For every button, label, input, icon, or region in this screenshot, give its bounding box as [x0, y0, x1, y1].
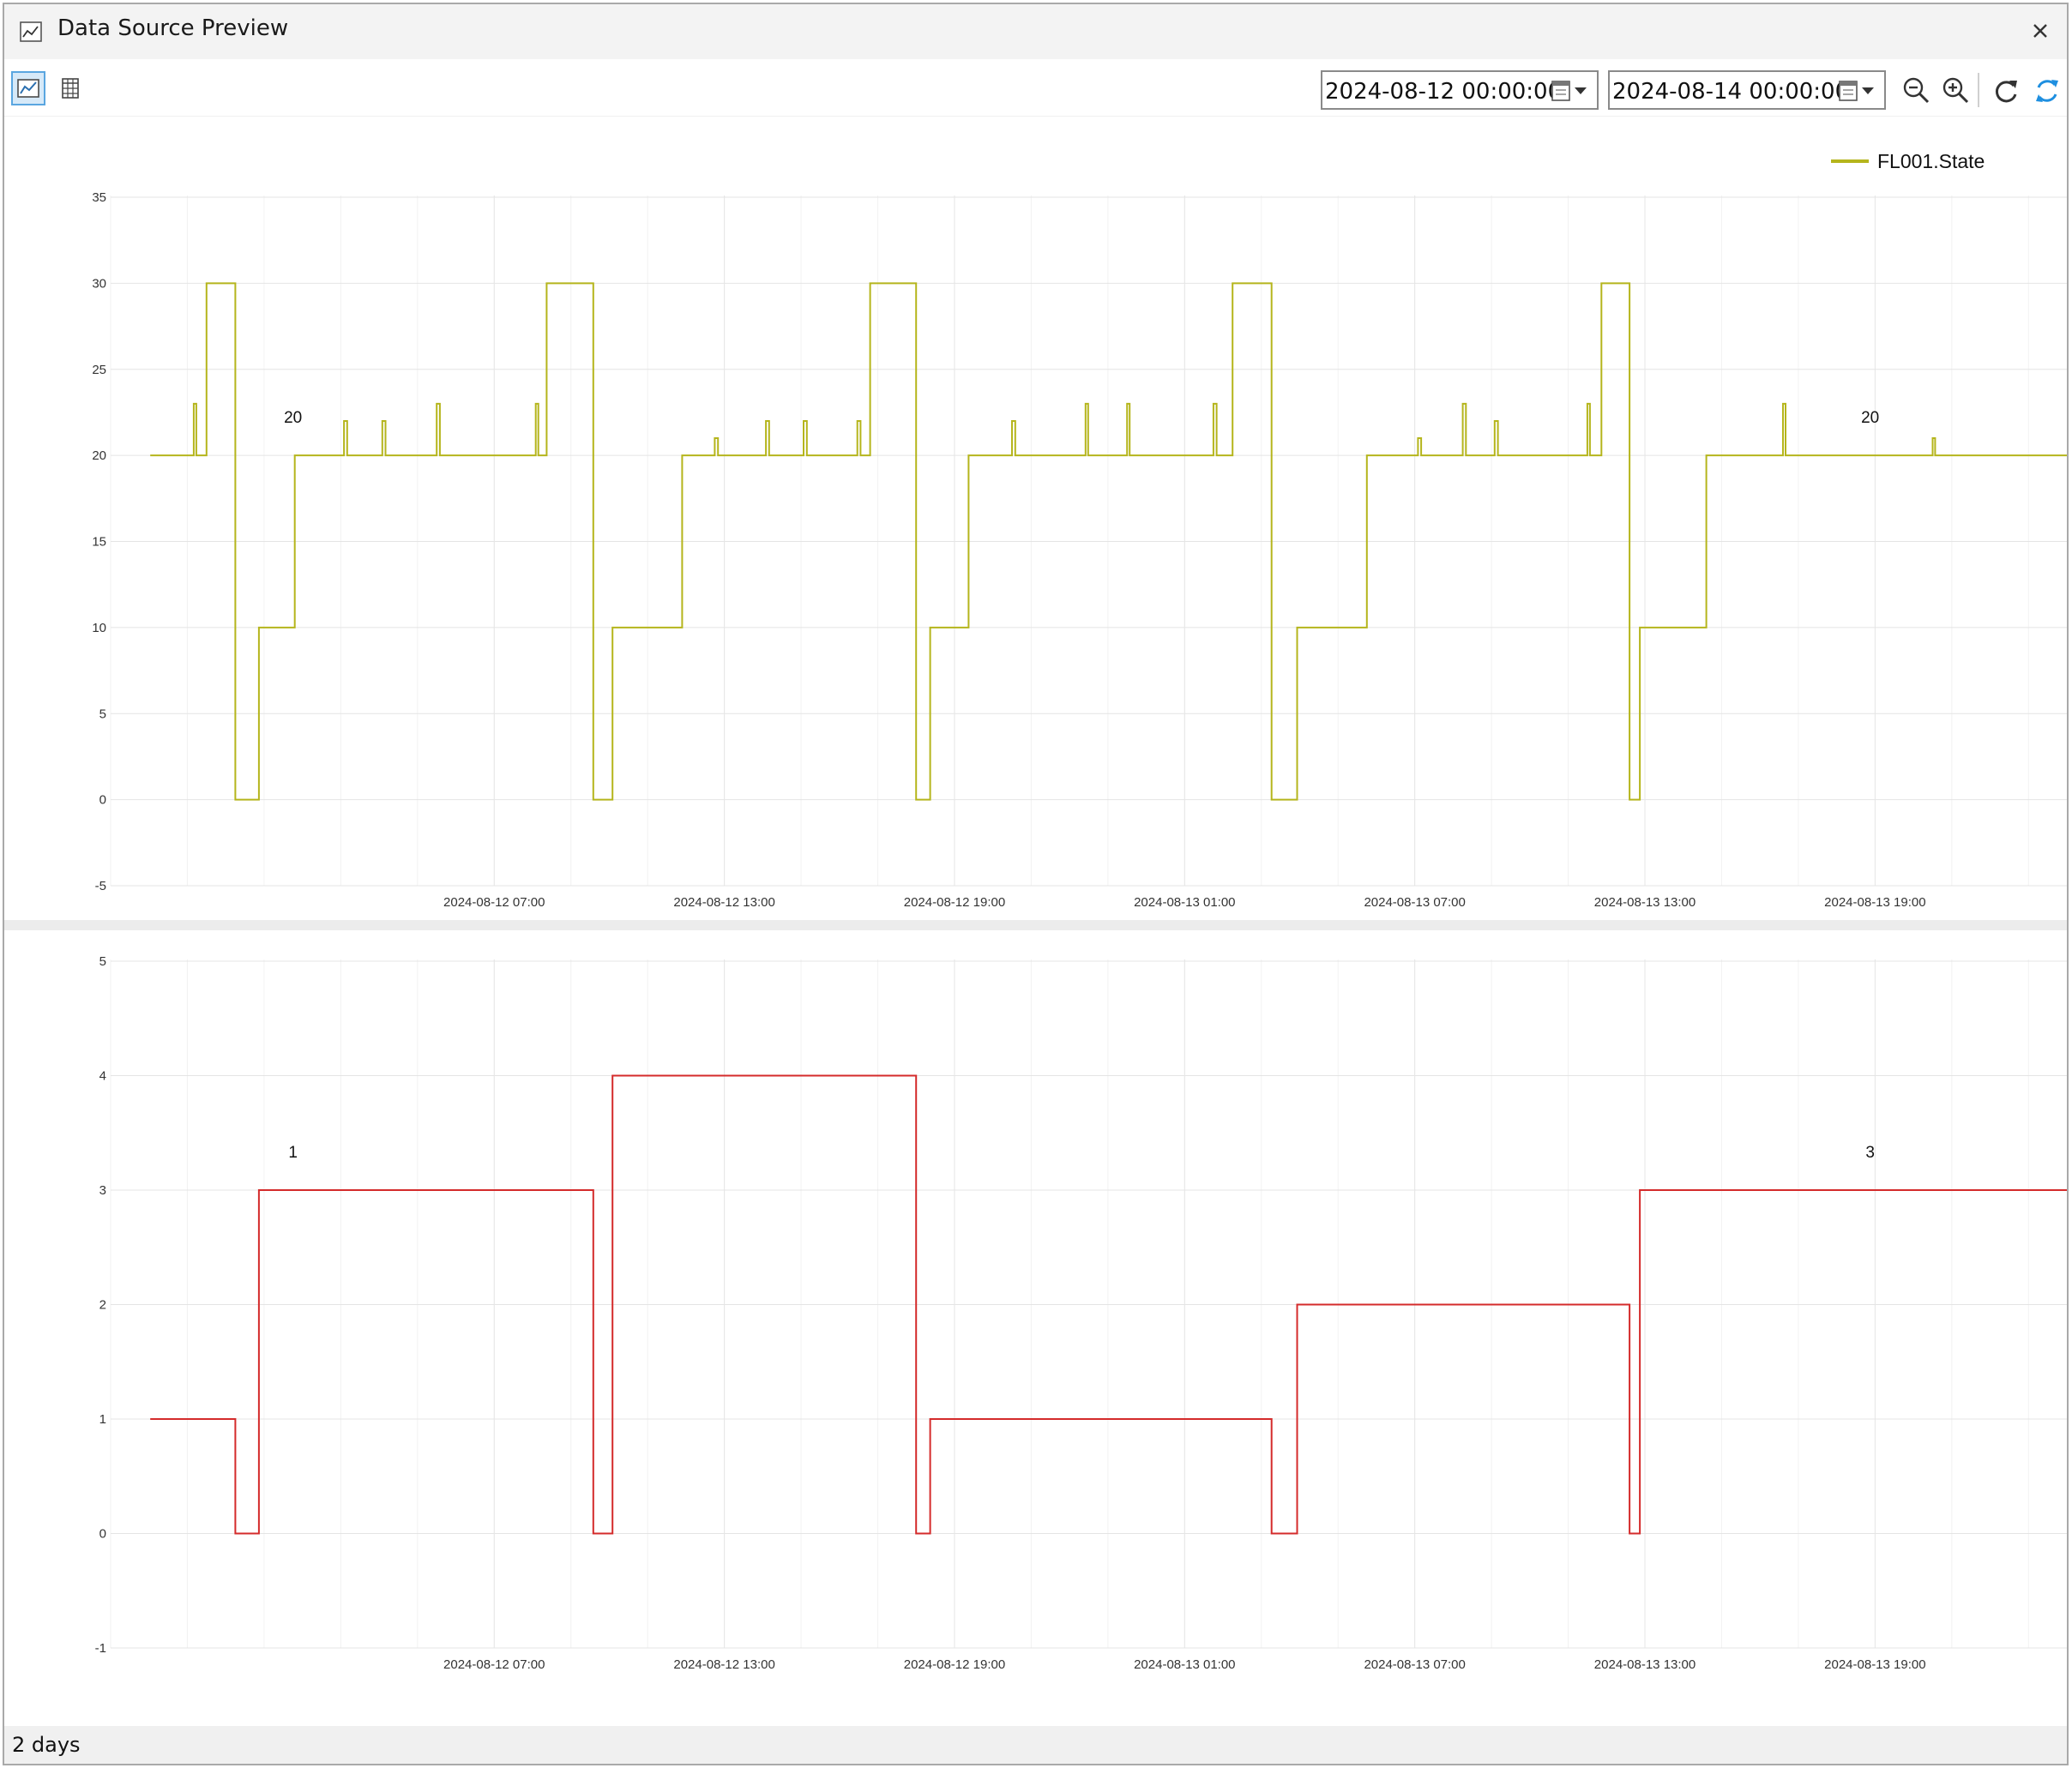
- y-tick-label: 20: [92, 448, 106, 463]
- calendar-dropdown-icon[interactable]: [1551, 79, 1592, 103]
- y-tick-label: 5: [99, 954, 106, 969]
- y-tick-label: 2: [99, 1298, 106, 1313]
- data-label: 20: [1861, 409, 1879, 427]
- x-tick-label: 2024-08-13 07:00: [1364, 895, 1465, 910]
- zoom-in-icon[interactable]: [1939, 74, 1973, 108]
- x-tick-label: 2024-08-13 19:00: [1824, 895, 1925, 910]
- y-tick-label: 35: [92, 190, 106, 205]
- chart-view-button[interactable]: [11, 71, 45, 105]
- state-chart[interactable]: 35 30 25 20 15 10 5 0 -5 2024-08-12 07:00 2024-08-…: [4, 117, 2067, 920]
- y-tick-label: 4: [99, 1069, 106, 1084]
- table-grid-icon: [62, 78, 79, 99]
- y-tick-label: -1: [95, 1641, 106, 1656]
- y-tick-label: 3: [99, 1183, 106, 1198]
- y-tick-label: 25: [92, 363, 106, 377]
- y-tick-label: 1: [99, 1412, 106, 1427]
- status-bar: 2 days: [4, 1726, 2067, 1764]
- start-date-picker[interactable]: 2024-08-12 00:00:00: [1321, 70, 1599, 110]
- status-text: 2 days: [12, 1733, 81, 1757]
- zoom-out-icon[interactable]: [1900, 74, 1934, 108]
- x-tick-label: 2024-08-13 07:00: [1364, 1657, 1465, 1672]
- legend: FL001.Product: [1857, 930, 1986, 935]
- x-tick-label: 2024-08-13 13:00: [1594, 895, 1696, 910]
- y-tick-label: 0: [99, 793, 106, 808]
- x-tick-label: 2024-08-12 13:00: [673, 1657, 774, 1672]
- data-source-preview-window: Data Source Preview 2024-08-12 00:00:00 …: [3, 3, 2069, 1765]
- y-tick-label: 0: [99, 1527, 106, 1542]
- y-tick-label: 5: [99, 707, 106, 721]
- start-date-input[interactable]: 2024-08-12 00:00:00: [1325, 79, 1562, 105]
- legend-label: FL001.State: [1877, 150, 1985, 172]
- table-view-button[interactable]: [54, 71, 88, 105]
- x-tick-label: 2024-08-13 13:00: [1594, 1657, 1696, 1672]
- end-date-picker[interactable]: 2024-08-14 00:00:00: [1608, 70, 1886, 110]
- x-tick-label: 2024-08-12 07:00: [443, 895, 545, 910]
- x-tick-label: 2024-08-13 01:00: [1134, 895, 1235, 910]
- x-tick-label: 2024-08-12 19:00: [904, 895, 1005, 910]
- y-tick-label: 15: [92, 535, 106, 550]
- y-tick-label: 30: [92, 276, 106, 291]
- charts-area: 35 30 25 20 15 10 5 0 -5 2024-08-12 07:00 2024-08-…: [4, 117, 2067, 1729]
- title-bar: Data Source Preview: [4, 4, 2067, 59]
- close-icon[interactable]: [2026, 16, 2055, 45]
- data-label: 20: [284, 409, 302, 427]
- chart-splitter[interactable]: [4, 920, 2067, 930]
- data-label: 1: [288, 1144, 298, 1162]
- toolbar: 2024-08-12 00:00:00 2024-08-14 00:00:00: [4, 59, 2067, 117]
- data-label: 3: [1865, 1144, 1875, 1162]
- auto-refresh-icon[interactable]: [2030, 74, 2064, 108]
- y-tick-label: 10: [92, 621, 106, 635]
- reload-icon[interactable]: [1989, 74, 2023, 108]
- window-title: Data Source Preview: [57, 15, 289, 41]
- toolbar-separator: [1978, 73, 1979, 107]
- x-tick-label: 2024-08-12 13:00: [673, 895, 774, 910]
- chart-window-icon: [20, 21, 42, 42]
- legend-label: FL001.Product: [1857, 930, 1986, 935]
- x-tick-label: 2024-08-13 19:00: [1824, 1657, 1925, 1672]
- x-tick-label: 2024-08-13 01:00: [1134, 1657, 1235, 1672]
- x-tick-label: 2024-08-12 07:00: [443, 1657, 545, 1672]
- legend: FL001.State: [1831, 150, 1985, 172]
- product-chart[interactable]: 5 4 3 2 1 0 -1 2024-08-12 07:00 2024-08-12 13:00…: [4, 930, 2067, 1719]
- y-tick-label: -5: [95, 879, 106, 893]
- x-tick-label: 2024-08-12 19:00: [904, 1657, 1005, 1672]
- calendar-dropdown-icon[interactable]: [1838, 79, 1879, 103]
- end-date-input[interactable]: 2024-08-14 00:00:00: [1612, 79, 1849, 105]
- line-chart-icon: [17, 79, 39, 98]
